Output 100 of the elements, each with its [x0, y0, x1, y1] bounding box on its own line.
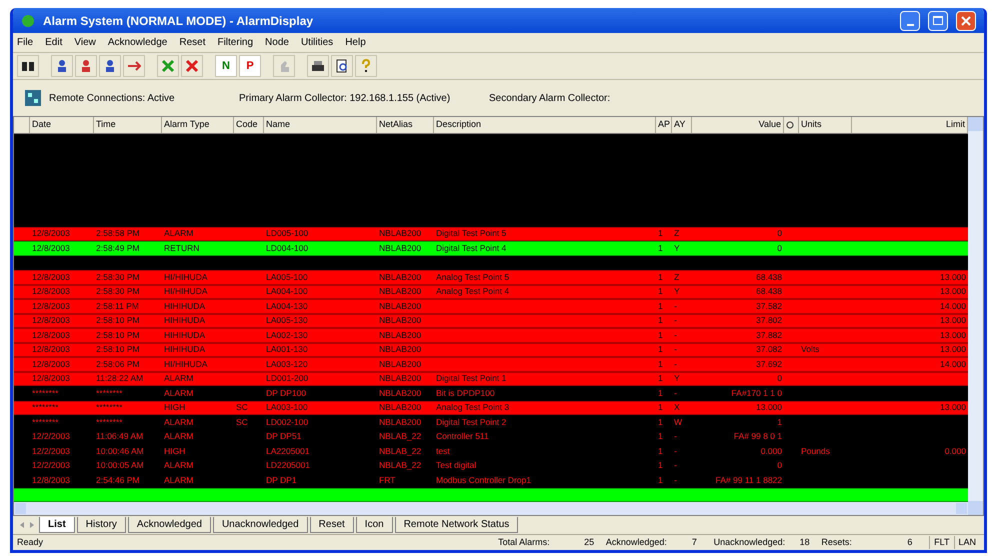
menu-item[interactable]: File [17, 35, 34, 50]
table-cell: NBLAB200 [379, 343, 422, 356]
table-cell: 0 [777, 372, 782, 386]
table-cell: 1 [658, 270, 663, 284]
status-label: Unacknowledged: [714, 536, 786, 549]
menu-item[interactable]: View [74, 35, 96, 50]
table-cell: NBLAB200 [379, 285, 422, 298]
alarm-row[interactable]: 12/8/2003 2:58:11 PM HIHIHUDA LA004-130 NBLAB200 1 - 37.582 14.000 [14, 299, 968, 314]
person-icon [55, 59, 69, 73]
table-cell: ALARM [164, 372, 194, 386]
menu-item[interactable]: Node [265, 35, 289, 50]
table-cell: 68.438 [756, 270, 782, 284]
table-cell: Z [674, 270, 680, 284]
table-cell: LD001-200 [266, 372, 308, 386]
table-cell: 11:28:22 AM [96, 372, 144, 386]
toolbar-button[interactable]: P [239, 55, 261, 77]
alarm-row[interactable]: 12/8/2003 2:58:06 PM HI/HIHUDA LA003-120 NBLAB200 1 - 37.692 14.000 [14, 357, 968, 372]
table-cell: 2:58:11 PM [96, 300, 139, 313]
table-cell: 1 [658, 328, 663, 342]
table-cell: HIGH [164, 401, 186, 414]
table-cell: SC [236, 401, 248, 414]
column-header[interactable]: Date [32, 118, 52, 132]
toolbar-button[interactable] [17, 55, 39, 77]
column-header[interactable]: Code [236, 118, 258, 132]
table-cell: 1 [658, 386, 663, 400]
column-header[interactable]: AY [674, 118, 686, 132]
table-cell: Y [674, 372, 680, 386]
column-header[interactable]: Description [436, 118, 482, 132]
alarm-row[interactable]: 12/8/2003 2:58:49 PM RETURN LD004-100 NBLAB200 Digital Test Point 4 1 Y 0 [14, 241, 968, 256]
table-cell: 1 [777, 416, 782, 429]
table-cell: HIHIHUDA [164, 328, 206, 342]
status-label: Total Alarms: [498, 536, 551, 549]
table-cell: X [674, 401, 680, 414]
table-cell: LA001-130 [266, 343, 308, 356]
alarm-row[interactable]: 12/8/2003 11:28:22 AM ALARM LD001-200 NBLAB200 Digital Test Point 1 1 Y 0 [14, 372, 968, 386]
window-title: Alarm System (NORMAL MODE) - AlarmDisplay [43, 12, 314, 30]
table-cell: Test digital [436, 459, 476, 472]
column-header[interactable]: AP [658, 118, 670, 132]
maximize-button[interactable] [928, 10, 948, 30]
table-cell: 0.000 [944, 444, 966, 458]
toolbar-button[interactable] [331, 55, 353, 77]
toolbar-button[interactable]: N [215, 55, 237, 77]
table-cell: - [674, 343, 677, 356]
table-cell: 37.802 [756, 314, 782, 328]
menu-item[interactable]: Utilities [300, 35, 334, 50]
toolbar-button[interactable] [307, 55, 329, 77]
table-cell: - [674, 314, 677, 328]
column-header[interactable]: Limit [946, 118, 965, 132]
minimize-button[interactable] [900, 10, 920, 30]
menu-item[interactable]: Edit [45, 35, 62, 50]
menu-item[interactable]: Help [345, 35, 366, 50]
menu-item[interactable]: Filtering [217, 35, 254, 50]
alarm-row[interactable]: ******** ******** HIGH SC LA003-100 NBLAB200 Analog Test Point 3 1 X 13.000 13.000 [14, 400, 968, 415]
table-cell: NBLAB200 [379, 372, 422, 386]
view-tab[interactable]: Reset [310, 517, 354, 533]
view-tab[interactable]: Icon [356, 517, 393, 533]
vertical-scrollbar[interactable] [968, 117, 983, 515]
table-cell: 12/8/2003 [32, 343, 70, 356]
alarm-row[interactable] [14, 488, 968, 502]
toolbar-button[interactable] [99, 55, 121, 77]
view-tab[interactable]: History [76, 517, 126, 533]
alarm-row[interactable]: 12/8/2003 2:58:30 PM HI/HIHUDA LA004-100 NBLAB200 Analog Test Point 4 1 Y 68.438 13.000 [14, 284, 968, 299]
column-header[interactable]: Name [266, 118, 290, 132]
table-cell: 1 [658, 416, 663, 429]
toolbar-button[interactable] [51, 55, 73, 77]
horizontal-scrollbar[interactable] [14, 502, 968, 515]
table-cell: 2:58:06 PM [96, 358, 140, 371]
close-button[interactable] [956, 10, 976, 30]
column-header[interactable]: NetAlias [379, 118, 413, 132]
menu-item[interactable]: Reset [179, 35, 206, 50]
table-cell: ******** [96, 401, 122, 414]
table-cell: - [674, 300, 677, 313]
table-cell: LA004-100 [266, 285, 308, 298]
table-cell: HIHIHUDA [164, 343, 206, 356]
table-cell: NBLAB200 [379, 328, 422, 342]
table-cell: 2:58:10 PM [96, 328, 140, 342]
table-cell: 2:58:10 PM [96, 314, 140, 328]
column-header[interactable]: Units [801, 118, 822, 132]
view-tab[interactable]: Remote Network Status [394, 517, 518, 533]
table-cell: LD004-100 [266, 242, 308, 255]
table-cell: W [674, 416, 682, 429]
view-tab[interactable]: Acknowledged [128, 517, 211, 533]
column-header[interactable]: Time [96, 118, 116, 132]
table-cell: - [674, 358, 677, 371]
alarm-row[interactable]: 12/8/2003 2:58:10 PM HIHIHUDA LA002-130 NBLAB200 1 - 37.882 13.000 [14, 328, 968, 342]
column-header[interactable]: Alarm Type [164, 118, 210, 132]
alarm-row[interactable]: 12/8/2003 2:58:10 PM HIHIHUDA LA001-130 NBLAB200 1 - 37.082 Volts 13.000 [14, 342, 968, 357]
menu-item[interactable]: Acknowledge [108, 35, 168, 50]
table-cell: 1 [658, 444, 663, 458]
table-cell: ALARM [164, 416, 194, 429]
table-cell: 1 [658, 372, 663, 386]
primary-collector-status: Primary Alarm Collector: 192.168.1.155 (Active) [239, 92, 452, 106]
table-cell: 10:00:05 AM [96, 459, 144, 472]
alarm-row[interactable]: 12/8/2003 2:58:10 PM HIHIHUDA LA005-130 NBLAB200 1 - 37.802 13.000 [14, 314, 968, 328]
view-tab[interactable]: List [39, 517, 75, 533]
table-cell: 12/8/2003 [32, 328, 70, 342]
column-header[interactable]: Value [758, 118, 781, 132]
alarm-row[interactable]: 12/8/2003 2:58:30 PM HI/HIHUDA LA005-100 NBLAB200 Analog Test Point 5 1 Z 68.438 13.000 [14, 270, 968, 284]
view-tab[interactable]: Unacknowledged [212, 517, 308, 533]
alarm-row[interactable]: 12/8/2003 2:58:58 PM ALARM LD005-100 NBLAB200 Digital Test Point 5 1 Z 0 [14, 226, 968, 241]
